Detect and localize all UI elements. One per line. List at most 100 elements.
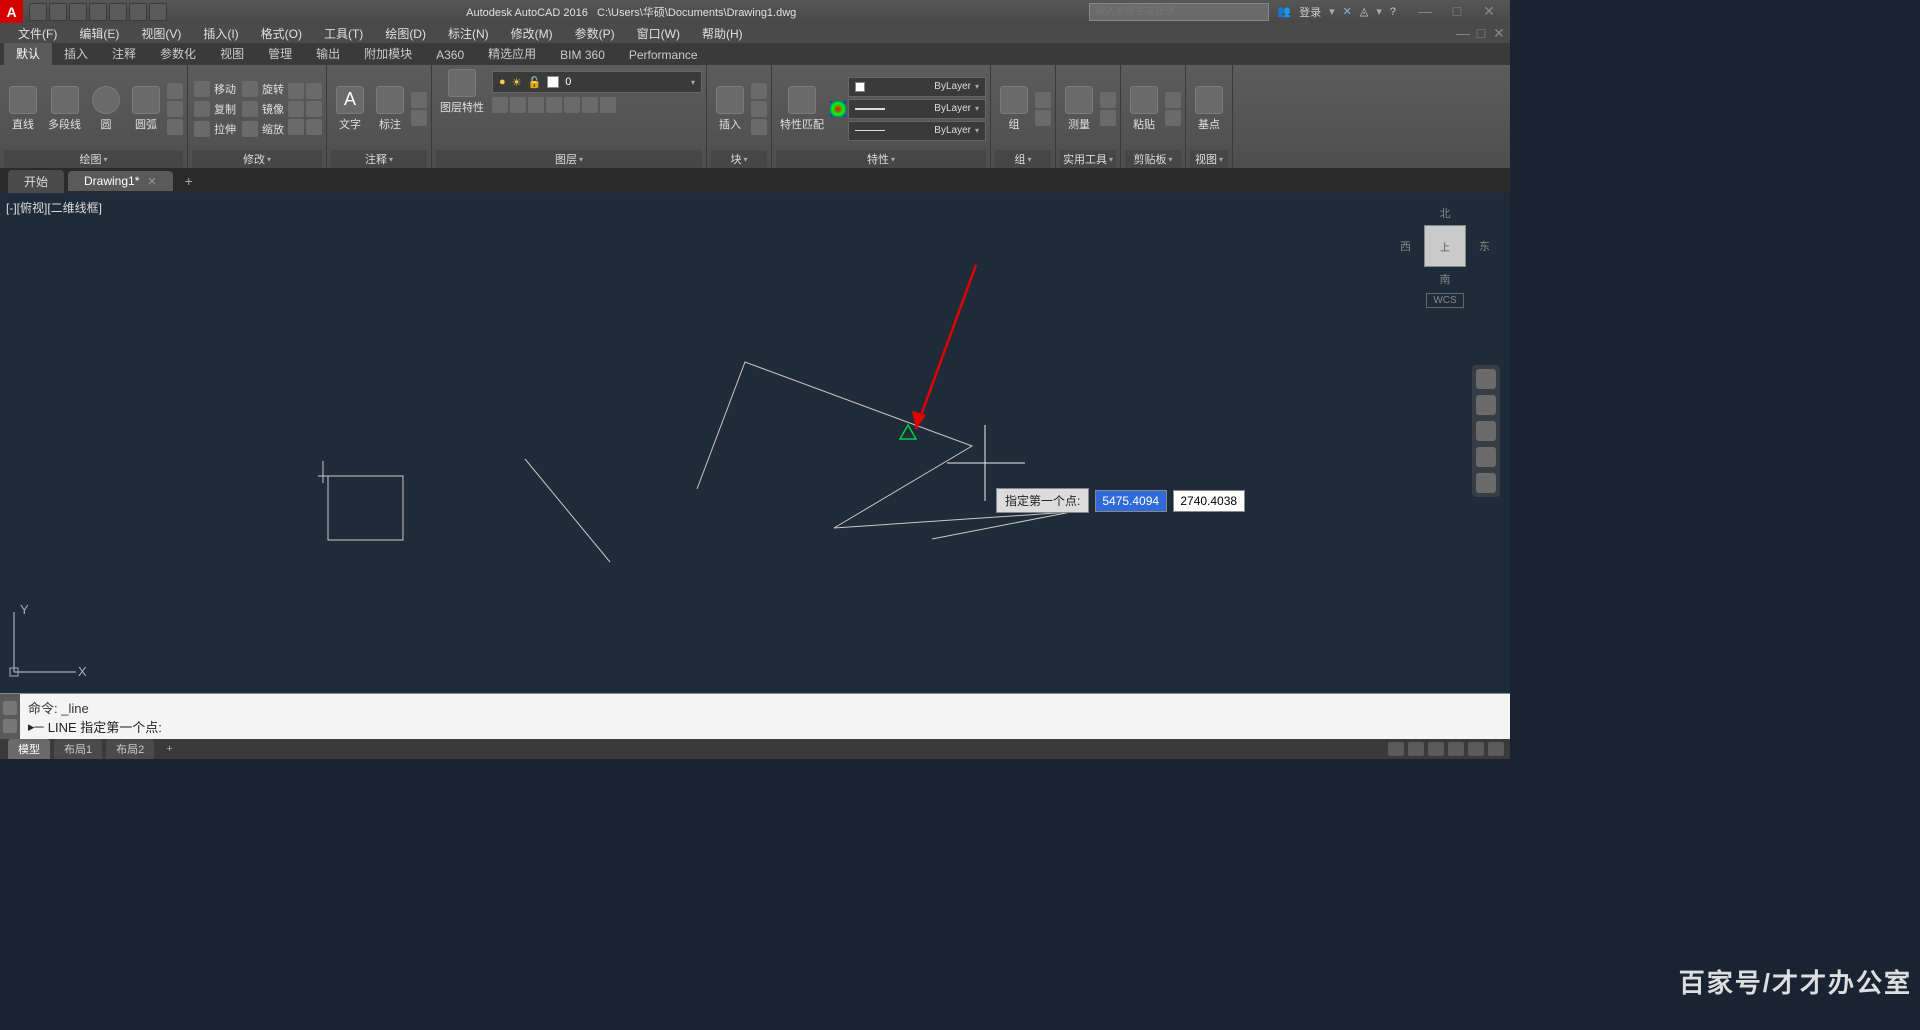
zoom-icon[interactable] <box>1476 421 1496 441</box>
ribbon-tab-manage[interactable]: 管理 <box>256 42 304 65</box>
status-toggle-icon[interactable] <box>1388 742 1404 756</box>
ribbon-tab-annotate[interactable]: 注释 <box>100 42 148 65</box>
tool-rotate[interactable]: 旋转 <box>240 80 286 98</box>
util-misc-icon[interactable] <box>1100 110 1116 126</box>
layer-tool-icon[interactable] <box>546 97 562 113</box>
ribbon-tab-parametric[interactable]: 参数化 <box>148 42 208 65</box>
layer-tool-icon[interactable] <box>528 97 544 113</box>
options-icon[interactable] <box>3 719 17 733</box>
command-prompt[interactable]: ▸─LINE 指定第一个点: <box>28 717 1502 736</box>
linetype-dropdown[interactable]: ByLayer▾ <box>848 121 986 141</box>
menu-modify[interactable]: 修改(M) <box>501 23 563 44</box>
tool-matchprop[interactable]: 特性匹配 <box>776 84 828 134</box>
mod-misc-icon[interactable] <box>306 119 322 135</box>
cut-icon[interactable] <box>1165 92 1181 108</box>
tool-scale[interactable]: 缩放 <box>240 120 286 138</box>
tool-measure[interactable]: 测量 <box>1060 84 1098 134</box>
menu-insert[interactable]: 插入(I) <box>193 23 248 44</box>
ribbon-tab-addins[interactable]: 附加模块 <box>352 42 424 65</box>
maximize-button[interactable]: □ <box>1450 3 1464 20</box>
doc-close-button[interactable]: ✕ <box>1492 25 1506 42</box>
qat-open-icon[interactable] <box>49 3 67 21</box>
menu-help[interactable]: 帮助(H) <box>692 23 753 44</box>
ribbon-tab-view[interactable]: 视图 <box>208 42 256 65</box>
viewcube-south[interactable]: 南 <box>1400 271 1490 287</box>
tool-insert-block[interactable]: 插入 <box>711 84 749 134</box>
color-wheel-icon[interactable] <box>830 101 846 117</box>
command-line[interactable]: 命令: _line ▸─LINE 指定第一个点: <box>0 693 1510 739</box>
leader-icon[interactable] <box>411 92 427 108</box>
tool-circle[interactable]: 圆 <box>87 84 125 134</box>
group-misc-icon[interactable] <box>1035 110 1051 126</box>
draw-misc-icon[interactable] <box>167 119 183 135</box>
tool-copy[interactable]: 复制 <box>192 100 238 118</box>
dynamic-input-y[interactable]: 2740.4038 <box>1173 490 1245 512</box>
dynamic-input-x[interactable]: 5475.4094 <box>1095 490 1167 512</box>
close-button[interactable]: ✕ <box>1482 3 1496 20</box>
layout2-tab[interactable]: 布局2 <box>106 739 154 759</box>
draw-misc-icon[interactable] <box>167 83 183 99</box>
tool-stretch[interactable]: 拉伸 <box>192 120 238 138</box>
trim-icon[interactable] <box>288 83 304 99</box>
draw-misc-icon[interactable] <box>167 101 183 117</box>
tool-dimension[interactable]: 标注 <box>371 84 409 134</box>
app-store-icon[interactable]: ◬ <box>1360 5 1368 18</box>
menu-format[interactable]: 格式(O) <box>251 23 312 44</box>
util-misc-icon[interactable] <box>1100 92 1116 108</box>
status-toggle-icon[interactable] <box>1488 742 1504 756</box>
fillet-icon[interactable] <box>288 101 304 117</box>
status-toggle-icon[interactable] <box>1428 742 1444 756</box>
tool-layer-props[interactable]: 图层特性 <box>436 67 488 117</box>
ribbon-tab-home[interactable]: 默认 <box>4 42 52 65</box>
viewcube-east[interactable]: 东 <box>1479 238 1490 254</box>
help-search-input[interactable] <box>1089 3 1269 21</box>
menu-edit[interactable]: 编辑(E) <box>69 23 129 44</box>
tool-group[interactable]: 组 <box>995 84 1033 134</box>
layout1-tab[interactable]: 布局1 <box>54 739 102 759</box>
infocenter-icon[interactable]: 👥 <box>1277 5 1291 18</box>
block-icon[interactable] <box>751 119 767 135</box>
close-icon[interactable] <box>3 701 17 715</box>
tool-paste[interactable]: 粘贴 <box>1125 84 1163 134</box>
mod-misc-icon[interactable] <box>306 83 322 99</box>
add-layout-button[interactable]: + <box>158 743 180 755</box>
status-toggle-icon[interactable] <box>1448 742 1464 756</box>
layer-tool-icon[interactable] <box>510 97 526 113</box>
tool-polyline[interactable]: 多段线 <box>44 84 85 134</box>
showmotion-icon[interactable] <box>1476 473 1496 493</box>
qat-print-icon[interactable] <box>109 3 127 21</box>
tool-move[interactable]: 移动 <box>192 80 238 98</box>
qat-save-icon[interactable] <box>69 3 87 21</box>
tool-mirror[interactable]: 镜像 <box>240 100 286 118</box>
menu-dimension[interactable]: 标注(N) <box>438 23 499 44</box>
color-dropdown[interactable]: ByLayer▾ <box>848 77 986 97</box>
qat-new-icon[interactable] <box>29 3 47 21</box>
block-icon[interactable] <box>751 83 767 99</box>
tool-arc[interactable]: 圆弧 <box>127 84 165 134</box>
qat-undo-icon[interactable] <box>129 3 147 21</box>
menu-window[interactable]: 窗口(W) <box>627 23 690 44</box>
status-toggle-icon[interactable] <box>1408 742 1424 756</box>
signin-button[interactable]: 登录 <box>1299 4 1321 20</box>
doc-minimize-button[interactable]: — <box>1456 25 1470 42</box>
command-handle[interactable] <box>0 694 20 739</box>
qat-redo-icon[interactable] <box>149 3 167 21</box>
viewcube-top-face[interactable]: 上 <box>1424 225 1466 267</box>
lineweight-dropdown[interactable]: ByLayer▾ <box>848 99 986 119</box>
viewcube[interactable]: 北 西 上 东 南 WCS <box>1400 205 1490 308</box>
layer-tool-icon[interactable] <box>582 97 598 113</box>
status-toggle-icon[interactable] <box>1468 742 1484 756</box>
help-icon[interactable]: ? <box>1390 6 1396 18</box>
table-icon[interactable] <box>411 110 427 126</box>
ribbon-tab-express[interactable]: 精选应用 <box>476 42 548 65</box>
menu-parametric[interactable]: 参数(P) <box>565 23 625 44</box>
ribbon-tab-bim360[interactable]: BIM 360 <box>548 45 617 65</box>
exchange-icon[interactable]: ✕ <box>1343 5 1352 18</box>
app-logo[interactable]: A <box>0 0 23 23</box>
block-icon[interactable] <box>751 101 767 117</box>
layer-tool-icon[interactable] <box>600 97 616 113</box>
tool-text[interactable]: A文字 <box>331 84 369 134</box>
menu-view[interactable]: 视图(V) <box>131 23 191 44</box>
orbit-icon[interactable] <box>1476 447 1496 467</box>
group-misc-icon[interactable] <box>1035 92 1051 108</box>
